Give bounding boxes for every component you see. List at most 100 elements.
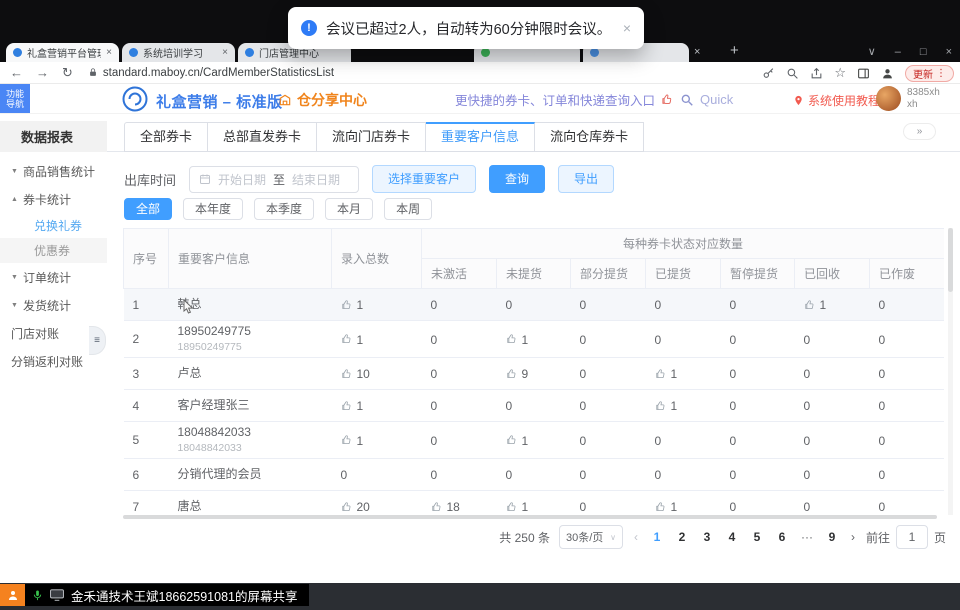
count-cell: 0: [422, 390, 497, 422]
tab-close-icon[interactable]: ×: [222, 47, 228, 58]
count-cell[interactable]: 1: [332, 422, 422, 459]
count-cell[interactable]: 1: [332, 321, 422, 358]
vertical-scrollbar[interactable]: [948, 228, 953, 515]
table-row[interactable]: 6分销代理的会员00000000: [124, 459, 945, 491]
count-cell[interactable]: 1: [497, 321, 571, 358]
prev-page-button[interactable]: ‹: [632, 530, 640, 544]
reload-button[interactable]: ↻: [62, 65, 73, 81]
goto-page-input[interactable]: 1: [896, 525, 928, 549]
pagination-page[interactable]: 1: [649, 530, 665, 544]
user-menu[interactable]: 8385xh xh: [876, 86, 940, 111]
panel-collapse-button[interactable]: »: [903, 123, 936, 140]
username-sub: xh: [907, 99, 940, 111]
pagination-page[interactable]: 2: [674, 530, 690, 544]
count-value: 0: [879, 399, 886, 413]
select-customer-button[interactable]: 选择重要客户: [372, 165, 476, 193]
count-value: 0: [804, 399, 811, 413]
table-row[interactable]: 5180488420331804884203310100000: [124, 422, 945, 459]
window-minimize-button[interactable]: –: [895, 46, 901, 58]
pagination-page[interactable]: 6: [774, 530, 790, 544]
tab-close-icon[interactable]: ×: [106, 47, 112, 58]
count-cell[interactable]: 1: [332, 289, 422, 321]
pagination-page[interactable]: 3: [699, 530, 715, 544]
function-nav-toggle[interactable]: 功能 导航: [0, 84, 30, 113]
search-button[interactable]: 查询: [489, 165, 545, 193]
sidebar-item-order-stats[interactable]: ▼订单统计: [0, 263, 107, 291]
customer-cell[interactable]: 1895024977518950249775: [169, 321, 332, 358]
count-cell[interactable]: 9: [497, 358, 571, 390]
share-center-link[interactable]: 仓分享中心: [278, 90, 367, 110]
count-value: 1: [357, 399, 364, 413]
count-cell[interactable]: 1: [332, 390, 422, 422]
sidebar-item-goods-sales[interactable]: ▼商品销售统计: [0, 157, 107, 185]
pagination-more[interactable]: ···: [799, 530, 815, 544]
next-page-button[interactable]: ›: [849, 530, 857, 544]
table-row[interactable]: 2189502497751895024977510100000: [124, 321, 945, 358]
count-cell[interactable]: 18: [422, 491, 497, 516]
back-button[interactable]: ←: [10, 65, 23, 80]
new-tab-button[interactable]: +: [730, 42, 739, 59]
customer-cell[interactable]: 1804884203318048842033: [169, 422, 332, 459]
quick-filter-button[interactable]: 本月: [325, 198, 373, 220]
pagination-page[interactable]: 9: [824, 530, 840, 544]
table-row[interactable]: 4客户经理张三10001000: [124, 390, 945, 422]
content-tab[interactable]: 全部券卡: [124, 122, 208, 152]
hand-icon: [655, 368, 667, 380]
quick-filter-button[interactable]: 全部: [124, 198, 172, 220]
count-cell[interactable]: 1: [646, 390, 721, 422]
count-cell[interactable]: 10: [332, 358, 422, 390]
content-tab[interactable]: 重要客户信息: [426, 122, 535, 152]
content-tab[interactable]: 流向门店券卡: [317, 122, 426, 152]
customer-cell[interactable]: 分销代理的会员: [169, 459, 332, 491]
browser-tab[interactable]: 系统培训学习×: [122, 43, 235, 62]
scrollbar-thumb[interactable]: [948, 228, 953, 292]
profile-icon[interactable]: [881, 67, 894, 80]
customer-cell[interactable]: 唐总: [169, 491, 332, 516]
pagination-page[interactable]: 5: [749, 530, 765, 544]
content-tab[interactable]: 总部直发券卡: [208, 122, 317, 152]
count-cell[interactable]: 20: [332, 491, 422, 516]
window-menu-icon[interactable]: ∨: [868, 45, 876, 58]
quick-filter-button[interactable]: 本季度: [254, 198, 314, 220]
bookmark-star-icon[interactable]: ☆: [834, 65, 846, 81]
count-cell[interactable]: 1: [646, 358, 721, 390]
quick-filter-button[interactable]: 本年度: [183, 198, 243, 220]
count-value: 0: [431, 433, 438, 447]
customer-cell[interactable]: 客户经理张三: [169, 390, 332, 422]
count-cell[interactable]: 1: [646, 491, 721, 516]
sidebar-item-card-stats[interactable]: ▲券卡统计: [0, 185, 107, 213]
page-size-select[interactable]: 30条/页 ∨: [559, 525, 623, 549]
table-row[interactable]: 1韩总10000010: [124, 289, 945, 321]
customer-cell[interactable]: 卢总: [169, 358, 332, 390]
toast-close-icon[interactable]: ×: [623, 20, 631, 36]
quick-entry-link[interactable]: 更快捷的券卡、订单和快递查询入口 Quick: [455, 90, 733, 109]
window-restore-button[interactable]: □: [920, 46, 927, 58]
window-close-button[interactable]: ×: [946, 46, 952, 58]
sidebar-item-discount-coupon[interactable]: 优惠券: [0, 238, 107, 263]
count-cell[interactable]: 1: [795, 289, 870, 321]
sidebar-item-exchange-coupon[interactable]: 兑换礼券: [0, 213, 107, 238]
tab-close-icon[interactable]: ×: [694, 46, 700, 58]
export-button[interactable]: 导出: [558, 165, 614, 193]
share-icon[interactable]: [810, 67, 823, 80]
forward-button[interactable]: →: [36, 65, 49, 80]
tutorial-link[interactable]: 系统使用教程: [793, 92, 880, 109]
pagination-page[interactable]: 4: [724, 530, 740, 544]
date-range-input[interactable]: 开始日期 至 结束日期: [189, 166, 359, 193]
key-icon[interactable]: [762, 67, 775, 80]
browser-update-button[interactable]: 更新 ⋮: [905, 65, 954, 82]
horizontal-scrollbar[interactable]: [123, 515, 937, 519]
browser-tab[interactable]: 礼盒营销平台管理中心×: [6, 43, 119, 62]
hand-icon: [431, 501, 443, 513]
table-row[interactable]: 7唐总2018101000: [124, 491, 945, 516]
side-panel-icon[interactable]: [857, 67, 870, 80]
table-row[interactable]: 3卢总100901000: [124, 358, 945, 390]
zoom-icon[interactable]: [786, 67, 799, 80]
url-field[interactable]: standard.maboy.cn/CardMemberStatisticsLi…: [88, 67, 334, 79]
count-cell[interactable]: 1: [497, 422, 571, 459]
count-cell[interactable]: 1: [497, 491, 571, 516]
sidebar-item-shipping-stats[interactable]: ▼发货统计: [0, 291, 107, 319]
content-tab[interactable]: 流向仓库券卡: [535, 122, 644, 152]
hand-icon: [506, 501, 518, 513]
quick-filter-button[interactable]: 本周: [384, 198, 432, 220]
